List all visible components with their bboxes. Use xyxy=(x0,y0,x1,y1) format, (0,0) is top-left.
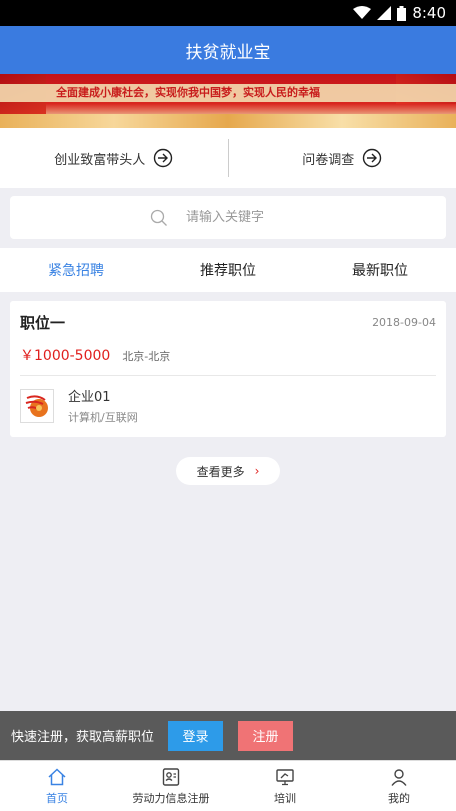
nav-labor-register[interactable]: 劳动力信息注册 xyxy=(114,761,228,811)
search-input[interactable] xyxy=(186,210,306,225)
job-title: 职位一 xyxy=(20,314,66,332)
tab-latest[interactable]: 最新职位 xyxy=(304,260,456,280)
job-location: 北京-北京 xyxy=(122,350,171,363)
wifi-icon xyxy=(353,6,372,19)
id-card-icon xyxy=(162,767,180,786)
quick-link-label: 创业致富带头人 xyxy=(54,152,146,168)
app-bar: 扶贫就业宝 xyxy=(0,26,456,74)
register-prompt: 快速注册，获取高薪职位 xyxy=(11,730,155,745)
chevron-right-icon: › xyxy=(254,464,260,478)
bottom-nav: 首页 劳动力信息注册 培训 我的 xyxy=(0,760,456,811)
nav-label: 我的 xyxy=(388,791,410,805)
nav-home[interactable]: 首页 xyxy=(0,761,114,811)
quick-link-label: 问卷调查 xyxy=(302,152,355,168)
banner-slogan: 全面建成小康社会，实现你我中国梦，实现人民的幸福 xyxy=(56,86,320,99)
nav-label: 首页 xyxy=(46,791,68,805)
banner-image[interactable]: 全面建成小康社会，实现你我中国梦，实现人民的幸福 xyxy=(0,74,456,128)
login-button[interactable]: 登录 xyxy=(168,720,224,751)
quick-link-entrepreneur[interactable]: 创业致富带头人 xyxy=(0,128,228,188)
company-name: 企业01 xyxy=(68,390,111,405)
search-box[interactable] xyxy=(10,196,446,239)
job-salary: ￥1000-5000 xyxy=(20,348,111,364)
nav-training[interactable]: 培训 xyxy=(228,761,342,811)
status-bar: 8:40 xyxy=(0,0,456,26)
job-date: 2018-09-04 xyxy=(372,316,436,329)
view-more-button[interactable]: 查看更多 › xyxy=(176,457,280,485)
job-tabs: 紧急招聘 推荐职位 最新职位 xyxy=(0,248,456,292)
view-more-label: 查看更多 xyxy=(196,464,245,479)
battery-icon xyxy=(397,5,407,21)
job-card[interactable]: 职位一 2018-09-04 ￥1000-5000 北京-北京 企业01 计算机… xyxy=(10,301,446,437)
quick-links: 创业致富带头人 问卷调查 xyxy=(0,128,456,188)
page-title: 扶贫就业宝 xyxy=(185,42,271,63)
company-industry: 计算机/互联网 xyxy=(68,411,138,424)
tab-recommended[interactable]: 推荐职位 xyxy=(152,260,304,280)
company-logo-icon xyxy=(20,388,54,423)
search-icon xyxy=(150,209,167,226)
register-button[interactable]: 注册 xyxy=(238,720,294,751)
tab-urgent[interactable]: 紧急招聘 xyxy=(0,260,152,280)
home-icon xyxy=(48,767,66,785)
nav-label: 培训 xyxy=(274,791,296,805)
signal-icon xyxy=(377,6,392,20)
nav-label: 劳动力信息注册 xyxy=(132,791,210,805)
status-time: 8:40 xyxy=(412,4,446,22)
nav-profile[interactable]: 我的 xyxy=(342,761,456,811)
person-icon xyxy=(391,768,407,786)
monitor-icon xyxy=(276,768,294,785)
circle-arrow-icon xyxy=(154,148,173,168)
banner-ground xyxy=(0,114,456,128)
circle-arrow-icon xyxy=(363,148,382,168)
register-bar: 快速注册，获取高薪职位 登录 注册 xyxy=(0,711,456,760)
quick-link-survey[interactable]: 问卷调查 xyxy=(229,128,456,188)
company-row[interactable]: 企业01 计算机/互联网 xyxy=(20,376,436,437)
